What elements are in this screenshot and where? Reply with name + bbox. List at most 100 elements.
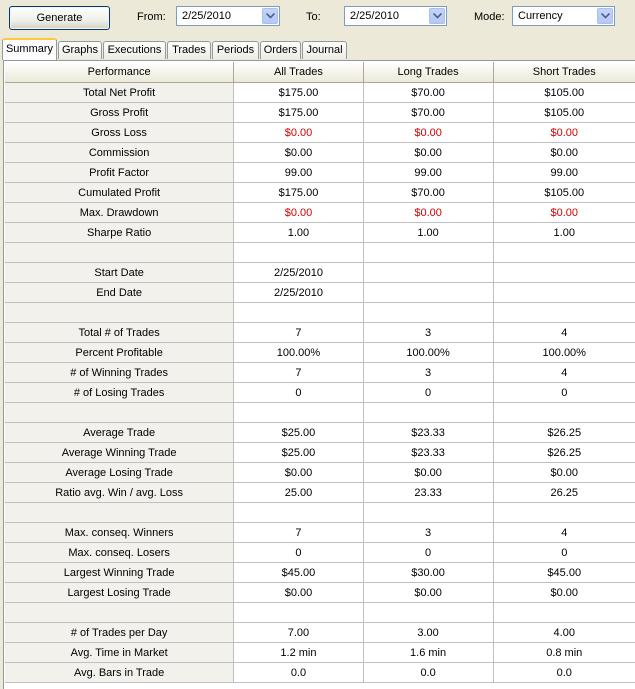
tab-periods[interactable]: Periods <box>212 41 259 59</box>
tab-bar: Summary Graphs Executions Trades Periods… <box>0 38 635 60</box>
table-row: Profit Factor 99.00 99.00 99.00 <box>5 162 635 183</box>
table-row: Max. conseq. Winners 7 3 4 <box>5 522 635 543</box>
chevron-down-icon[interactable] <box>597 8 613 24</box>
generate-button[interactable]: Generate <box>9 6 110 30</box>
row-label: Percent Profitable <box>5 342 235 363</box>
row-label: Average Winning Trade <box>5 442 235 463</box>
long-trades-value: $0.00 <box>363 142 494 163</box>
to-date-picker[interactable]: 2/25/2010 <box>344 6 447 26</box>
table-row: Start Date 2/25/2010 <box>5 262 635 283</box>
short-trades-value: 1.00 <box>493 222 635 243</box>
all-trades-value: $45.00 <box>233 562 364 583</box>
long-trades-value: 0 <box>363 542 494 563</box>
table-row: Gross Profit $175.00 $70.00 $105.00 <box>5 102 635 123</box>
short-trades-value: 4 <box>493 362 635 383</box>
toolbar: Generate From: 2/25/2010 To: 2/25/2010 M… <box>0 0 635 38</box>
table-row: # of Losing Trades 0 0 0 <box>5 382 635 403</box>
all-trades-value: $0.00 <box>233 142 364 163</box>
table-row: Ratio avg. Win / avg. Loss 25.00 23.33 26.2… <box>5 482 635 503</box>
table-row: Max. Drawdown $0.00 $0.00 $0.00 <box>5 202 635 223</box>
table-row: Sharpe Ratio 1.00 1.00 1.00 <box>5 222 635 243</box>
short-trades-value: 4.00 <box>493 622 635 643</box>
chevron-down-icon[interactable] <box>429 8 445 24</box>
table-row <box>5 502 635 523</box>
all-trades-value: 1.00 <box>233 222 364 243</box>
long-trades-value: $70.00 <box>363 82 494 103</box>
row-label <box>5 242 235 263</box>
long-trades-value <box>363 602 494 623</box>
long-trades-value: 99.00 <box>363 162 494 183</box>
row-label <box>5 302 235 323</box>
all-trades-value: 7 <box>233 522 364 543</box>
short-trades-value: $105.00 <box>493 82 635 103</box>
short-trades-value: 4 <box>493 322 635 343</box>
chevron-down-icon[interactable] <box>262 8 278 24</box>
long-trades-value: 3 <box>363 362 494 383</box>
all-trades-value: $0.00 <box>233 462 364 483</box>
all-trades-value: 2/25/2010 <box>233 282 364 303</box>
tab-graphs[interactable]: Graphs <box>58 41 102 59</box>
header-all-trades[interactable]: All Trades <box>233 62 364 83</box>
long-trades-value: 0.0 <box>363 662 494 683</box>
table-row: Total Net Profit $175.00 $70.00 $105.00 <box>5 82 635 103</box>
long-trades-value <box>363 282 494 303</box>
row-label: # of Trades per Day <box>5 622 235 643</box>
long-trades-value: $0.00 <box>363 582 494 603</box>
tab-orders[interactable]: Orders <box>260 41 301 59</box>
row-label: Avg. Bars in Trade <box>5 662 235 683</box>
short-trades-value <box>493 402 635 423</box>
header-long-trades[interactable]: Long Trades <box>363 62 494 83</box>
row-label <box>5 602 235 623</box>
short-trades-value: 4 <box>493 522 635 543</box>
table-row: Max. conseq. Losers 0 0 0 <box>5 542 635 563</box>
all-trades-value <box>233 242 364 263</box>
all-trades-value <box>233 402 364 423</box>
long-trades-value <box>363 402 494 423</box>
short-trades-value: $26.25 <box>493 422 635 443</box>
summary-panel: Performance All Trades Long Trades Short… <box>3 60 635 689</box>
header-performance[interactable]: Performance <box>5 62 235 83</box>
short-trades-value: $0.00 <box>493 462 635 483</box>
all-trades-value: $175.00 <box>233 182 364 203</box>
all-trades-value: 7 <box>233 362 364 383</box>
short-trades-value <box>493 502 635 523</box>
all-trades-value: $0.00 <box>233 122 364 143</box>
all-trades-value <box>233 602 364 623</box>
row-label: Gross Profit <box>5 102 235 123</box>
table-row: Average Trade $25.00 $23.33 $26.25 <box>5 422 635 443</box>
tab-summary[interactable]: Summary <box>2 38 57 60</box>
table-row: Cumulated Profit $175.00 $70.00 $105.00 <box>5 182 635 203</box>
short-trades-value <box>493 302 635 323</box>
row-label <box>5 402 235 423</box>
grid-header-row: Performance All Trades Long Trades Short… <box>5 62 635 83</box>
row-label: Gross Loss <box>5 122 235 143</box>
long-trades-value <box>363 242 494 263</box>
row-label <box>5 502 235 523</box>
short-trades-value: 0 <box>493 382 635 403</box>
tab-journal[interactable]: Journal <box>302 41 347 59</box>
all-trades-value: $0.00 <box>233 582 364 603</box>
short-trades-value: 0 <box>493 542 635 563</box>
long-trades-value <box>363 302 494 323</box>
long-trades-value: 1.6 min <box>363 642 494 663</box>
short-trades-value: $0.00 <box>493 582 635 603</box>
from-label: From: <box>137 11 166 23</box>
table-row: Average Losing Trade $0.00 $0.00 $0.00 <box>5 462 635 483</box>
tab-executions[interactable]: Executions <box>103 41 166 59</box>
row-label: Avg. Time in Market <box>5 642 235 663</box>
from-date-value: 2/25/2010 <box>182 10 231 22</box>
mode-select[interactable]: Currency <box>512 6 615 26</box>
row-label: End Date <box>5 282 235 303</box>
header-short-trades[interactable]: Short Trades <box>493 62 635 83</box>
row-label: Total # of Trades <box>5 322 235 343</box>
from-date-picker[interactable]: 2/25/2010 <box>176 6 280 26</box>
row-label: # of Winning Trades <box>5 362 235 383</box>
long-trades-value: 100.00% <box>363 342 494 363</box>
long-trades-value: $23.33 <box>363 422 494 443</box>
all-trades-value: $0.00 <box>233 202 364 223</box>
tab-trades[interactable]: Trades <box>167 41 211 59</box>
short-trades-value: 0.8 min <box>493 642 635 663</box>
long-trades-value: $0.00 <box>363 202 494 223</box>
short-trades-value <box>493 262 635 283</box>
table-row: Percent Profitable 100.00% 100.00% 100.00% <box>5 342 635 363</box>
